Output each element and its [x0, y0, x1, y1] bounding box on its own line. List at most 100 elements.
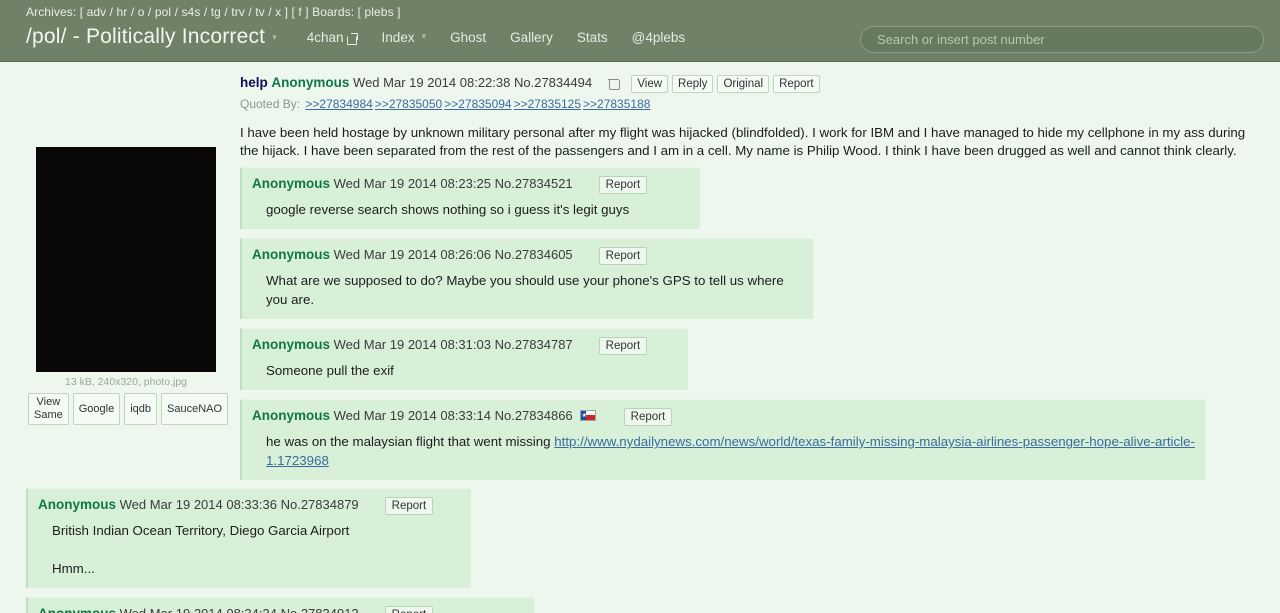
nav-link-index[interactable]: Index: [382, 30, 415, 45]
reply-text: British Indian Ocean Territory, Diego Ga…: [52, 521, 461, 578]
reply-text: google reverse search shows nothing so i…: [266, 200, 690, 219]
texas-flag-icon: ★: [579, 410, 596, 421]
reply-post-header: Anonymous Wed Mar 19 2014 08:26:06 No.27…: [252, 246, 803, 265]
board-title[interactable]: /pol/ - Politically Incorrect: [26, 25, 265, 49]
thread-content: 13 kB, 240x320, photo.jpg View Same Googl…: [0, 62, 1280, 613]
archive-board-tg[interactable]: tg: [211, 5, 221, 19]
original-button[interactable]: Original: [717, 75, 770, 93]
reply-line: Someone pull the exif: [266, 363, 394, 378]
reply-poster-name: Anonymous: [252, 176, 331, 191]
op-quoted-by: Quoted By: >>27834984 >>27835050 >>2783509…: [240, 96, 1260, 112]
archive-board-adv[interactable]: adv: [87, 5, 107, 19]
nav-link--4plebs[interactable]: @4plebs: [632, 30, 686, 45]
reply-post-number[interactable]: No.27834879: [281, 497, 359, 512]
reply-datetime: Wed Mar 19 2014 08:34:34: [120, 606, 277, 613]
original-post: 13 kB, 240x320, photo.jpg View Same Googl…: [0, 62, 1280, 425]
nav-link-gallery[interactable]: Gallery: [510, 30, 553, 45]
reply-post-header: Anonymous Wed Mar 19 2014 08:31:03 No.27…: [252, 336, 678, 355]
op-text: I have been held hostage by unknown mili…: [240, 125, 1246, 158]
report-button[interactable]: Report: [773, 75, 820, 93]
nav-link-4chan[interactable]: 4chan: [307, 30, 358, 45]
nav-link-stats[interactable]: Stats: [577, 30, 608, 45]
op-poster-name: Anonymous: [271, 75, 350, 90]
reply-post: Anonymous Wed Mar 19 2014 08:34:34 No.27…: [26, 597, 534, 613]
op-post-header: help Anonymous Wed Mar 19 2014 08:22:38 …: [240, 74, 1260, 93]
reply-poster-name: Anonymous: [252, 247, 331, 262]
archive-board-x[interactable]: x: [275, 5, 281, 19]
boards-value[interactable]: [ plebs ]: [358, 5, 401, 19]
archive-board-s4s[interactable]: s4s: [181, 5, 200, 19]
reply-post-number[interactable]: No.27834866: [495, 408, 573, 423]
reply-post-header: Anonymous Wed Mar 19 2014 08:33:14 No.27…: [252, 407, 1195, 426]
nav-link-label: Index: [381, 29, 415, 45]
report-button[interactable]: Report: [623, 408, 673, 426]
reply-line: British Indian Ocean Territory, Diego Ga…: [52, 523, 350, 538]
reply-poster-name: Anonymous: [38, 497, 117, 512]
op-post-number[interactable]: No.27834494: [514, 75, 592, 90]
reply-post: Anonymous Wed Mar 19 2014 08:33:36 No.27…: [26, 488, 471, 588]
boards-label: Boards:: [312, 5, 355, 19]
archive-board-pol[interactable]: pol: [155, 5, 171, 19]
report-button[interactable]: Report: [598, 247, 648, 265]
nav-link-label: Gallery: [510, 29, 553, 45]
reply-datetime: Wed Mar 19 2014 08:33:14: [333, 408, 491, 423]
reply-text: Someone pull the exif: [266, 361, 678, 380]
op-datetime: Wed Mar 19 2014 08:22:38: [353, 75, 511, 90]
quote-backlink[interactable]: >>27835125: [514, 97, 581, 111]
quoted-by-links: >>27834984 >>27835050 >>27835094 >>27835125…: [303, 97, 650, 111]
reply-line: What are we supposed to do? Maybe you sh…: [266, 273, 784, 307]
reply-post-number[interactable]: No.27834605: [495, 247, 573, 262]
nav-link-ghost[interactable]: Ghost: [450, 30, 486, 45]
quoted-by-label: Quoted By:: [240, 97, 301, 111]
view-button[interactable]: View: [631, 75, 669, 93]
search-input[interactable]: [860, 26, 1264, 53]
report-button[interactable]: Report: [598, 337, 648, 355]
quote-backlink[interactable]: >>27835188: [583, 97, 650, 111]
saucenao-button[interactable]: SauceNAO: [161, 393, 229, 425]
reply-line: google reverse search shows nothing so i…: [266, 202, 630, 217]
reply-datetime: Wed Mar 19 2014 08:23:25: [333, 176, 491, 191]
report-button[interactable]: Report: [384, 497, 434, 515]
op-actions: View Reply Original Report: [607, 74, 824, 93]
archive-board-tv[interactable]: tv: [255, 5, 265, 19]
quote-backlink[interactable]: >>27834984: [305, 97, 372, 111]
reply-post-number[interactable]: No.27834787: [495, 337, 573, 352]
op-body: help Anonymous Wed Mar 19 2014 08:22:38 …: [240, 72, 1260, 159]
archive-board-hr[interactable]: hr: [117, 5, 128, 19]
chevron-down-icon[interactable]: ▾: [422, 31, 427, 42]
reply-poster-name: Anonymous: [38, 606, 116, 613]
quote-backlink[interactable]: >>27835094: [444, 97, 511, 111]
archive-board-o[interactable]: o: [138, 5, 145, 19]
reply-post-header: Anonymous Wed Mar 19 2014 08:34:34 No.27…: [38, 605, 524, 613]
reply-text: What are we supposed to do? Maybe you sh…: [266, 271, 803, 309]
reply-post-number[interactable]: No.27834521: [495, 176, 573, 191]
external-link-icon: [346, 34, 358, 45]
google-button[interactable]: Google: [72, 393, 121, 425]
op-file-info: 13 kB, 240x320, photo.jpg: [64, 376, 187, 388]
reply-button[interactable]: Reply: [672, 75, 714, 93]
reply-datetime: Wed Mar 19 2014 08:31:03: [333, 337, 491, 352]
op-thumbnail-image[interactable]: [36, 147, 216, 372]
reply-poster-name: Anonymous: [252, 337, 331, 352]
f-bracket-link[interactable]: [ f ]: [292, 5, 309, 19]
op-file-search-buttons: View Same Google iqdb SauceNAO: [28, 393, 229, 425]
quote-backlink[interactable]: >>27835050: [375, 97, 442, 111]
reply-post-header: Anonymous Wed Mar 19 2014 08:23:25 No.27…: [252, 175, 690, 194]
op-subject: help: [240, 75, 268, 90]
archives-label: Archives:: [26, 5, 77, 19]
report-button[interactable]: Report: [384, 606, 434, 613]
search-container: [860, 26, 1264, 53]
reply-post: Anonymous Wed Mar 19 2014 08:33:14 No.27…: [240, 399, 1205, 480]
reply-line: he was on the malaysian flight that went…: [266, 434, 555, 449]
reply-post: Anonymous Wed Mar 19 2014 08:31:03 No.27…: [240, 328, 688, 390]
archive-board-trv[interactable]: trv: [231, 5, 245, 19]
report-button[interactable]: Report: [598, 176, 648, 194]
reply-post-number[interactable]: No.27834912: [281, 606, 359, 613]
archives-list: [ adv / hr / o / pol / s4s / tg / trv / …: [79, 5, 292, 19]
nav-link-label: 4chan: [306, 29, 344, 45]
trash-icon[interactable]: [607, 77, 620, 90]
view-same-button[interactable]: View Same: [28, 393, 69, 425]
nav-link-label: @4plebs: [631, 29, 686, 45]
iqdb-button[interactable]: iqdb: [124, 393, 158, 425]
reply-list-outdented: Anonymous Wed Mar 19 2014 08:33:36 No.27…: [0, 488, 1280, 613]
